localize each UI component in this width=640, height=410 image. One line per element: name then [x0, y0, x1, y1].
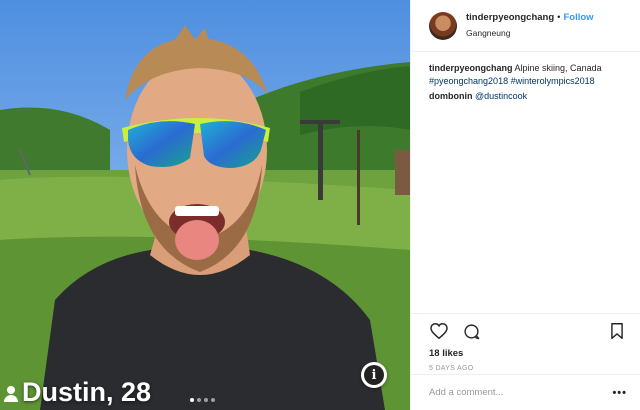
separator-dot: •: [557, 12, 561, 23]
comment-icon[interactable]: [461, 321, 481, 341]
comment-input[interactable]: [429, 387, 613, 398]
post-actions: 18 likes 5 DAYS AGO: [411, 313, 640, 372]
comment-list: tinderpyeongchang Alpine skiing, Canada …: [411, 52, 640, 105]
pager-dot[interactable]: [190, 398, 194, 402]
comment-text: Alpine skiing, Canada: [514, 63, 602, 73]
author-username[interactable]: tinderpyeongchang: [466, 12, 554, 23]
comment-item: dombonin @dustincook: [429, 90, 626, 103]
instagram-post: Dustin, 28 i tinderpyeongchang • Follow Ga…: [0, 0, 640, 410]
more-options-icon[interactable]: •••: [612, 387, 627, 399]
location-link[interactable]: Gangneung: [466, 26, 594, 40]
post-timestamp: 5 DAYS AGO: [429, 365, 474, 372]
bookmark-icon[interactable]: [607, 321, 627, 341]
photo-pager[interactable]: [190, 398, 215, 402]
photo-scene: [0, 0, 410, 410]
post-photo[interactable]: Dustin, 28 i: [0, 0, 410, 410]
pager-dot[interactable]: [211, 398, 215, 402]
comment-item: tinderpyeongchang Alpine skiing, Canada …: [429, 62, 626, 88]
likes-count[interactable]: 18 likes: [429, 348, 627, 359]
follow-button[interactable]: Follow: [563, 12, 593, 23]
comment-username[interactable]: tinderpyeongchang: [429, 63, 513, 73]
comment-username[interactable]: dombonin: [429, 91, 473, 101]
comment-mention[interactable]: @dustincook: [475, 91, 527, 101]
avatar[interactable]: [429, 11, 457, 40]
profile-name-overlay: Dustin, 28: [4, 377, 151, 408]
heart-icon[interactable]: [429, 321, 449, 341]
info-icon: i: [364, 365, 384, 385]
post-sidebar: tinderpyeongchang • Follow Gangneung tinde…: [410, 0, 640, 410]
add-comment-bar: •••: [411, 374, 640, 410]
info-button[interactable]: i: [361, 362, 387, 388]
pager-dot[interactable]: [204, 398, 208, 402]
comment-hashtags[interactable]: #pyeongchang2018 #winterolympics2018: [429, 76, 595, 86]
pager-dot[interactable]: [197, 398, 201, 402]
post-header: tinderpyeongchang • Follow Gangneung: [411, 0, 640, 52]
profile-name-age: Dustin, 28: [22, 377, 152, 407]
person-icon: [4, 384, 18, 402]
